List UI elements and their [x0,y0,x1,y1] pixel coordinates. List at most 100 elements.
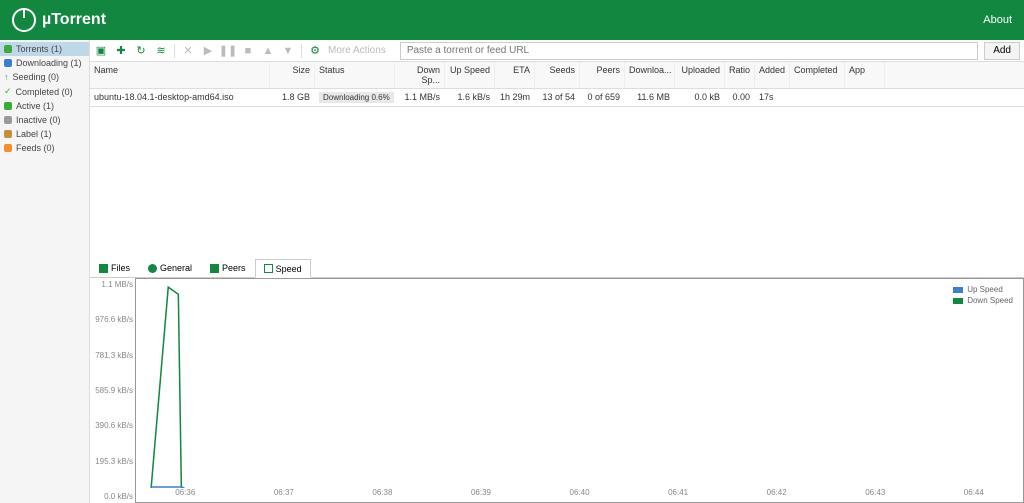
cell-added: 17s [755,89,790,106]
y-tick: 976.6 kB/s [92,315,133,324]
col-size[interactable]: Size [270,62,315,88]
stop-icon[interactable]: ■ [241,44,255,58]
cell-uploaded: 0.0 kB [675,89,725,106]
spacer [90,107,1024,259]
start-icon[interactable]: ▶ [201,44,215,58]
cell-peers: 0 of 659 [580,89,625,106]
sidebar-item-downloading[interactable]: Downloading (1) [0,56,89,70]
down-speed-line [151,287,181,488]
x-tick: 06:36 [136,488,235,502]
cell-app [845,89,885,106]
cell-name: ubuntu-18.04.1-desktop-amd64.iso [90,89,270,106]
sidebar-item-label: Completed (0) [16,87,73,97]
legend-down: Down Speed [953,296,1013,305]
sidebar-item-feeds[interactable]: Feeds (0) [0,141,89,155]
y-tick: 585.9 kB/s [92,386,133,395]
sidebar-item-label: Torrents (1) [16,44,62,54]
cell-down-speed: 1.1 MB/s [395,89,445,106]
completed-icon: ✓ [4,86,12,97]
chart-svg [136,279,1023,488]
move-down-icon[interactable]: ▼ [281,44,295,58]
y-tick: 390.6 kB/s [92,421,133,430]
logo-text: µTorrent [42,11,106,29]
utorrent-icon [12,8,36,32]
sidebar-item-label: Active (1) [16,101,54,111]
legend-swatch-up [953,287,963,293]
col-added[interactable]: Added [755,62,790,88]
separator [301,44,302,58]
tab-files[interactable]: Files [90,259,139,277]
x-tick: 06:40 [530,488,629,502]
sidebar-item-seeding[interactable]: ↑ Seeding (0) [0,70,89,84]
url-input[interactable] [400,42,978,60]
col-seeds[interactable]: Seeds [535,62,580,88]
logo: µTorrent [12,8,106,32]
torrent-grid: Name Size Status Down Sp... Up Speed ETA… [90,62,1024,107]
x-tick: 06:43 [826,488,925,502]
sidebar-item-active[interactable]: Active (1) [0,99,89,113]
col-downloaded[interactable]: Downloa... [625,62,675,88]
col-ratio[interactable]: Ratio [725,62,755,88]
y-tick: 195.3 kB/s [92,457,133,466]
sidebar-item-label[interactable]: Label (1) [0,127,89,141]
x-tick: 06:38 [333,488,432,502]
tab-peers[interactable]: Peers [201,259,255,277]
sidebar-item-inactive[interactable]: Inactive (0) [0,113,89,127]
col-uploaded[interactable]: Uploaded [675,62,725,88]
cell-ratio: 0.00 [725,89,755,106]
col-name[interactable]: Name [90,62,270,88]
col-down-speed[interactable]: Down Sp... [395,62,445,88]
col-eta[interactable]: ETA [495,62,535,88]
legend-up: Up Speed [953,285,1013,294]
cell-up-speed: 1.6 kB/s [445,89,495,106]
x-tick: 06:42 [727,488,826,502]
x-tick: 06:44 [925,488,1024,502]
peers-icon [210,264,219,273]
cell-completed [790,89,845,106]
add-button[interactable]: Add [984,42,1020,60]
more-actions-label[interactable]: More Actions [328,45,386,56]
move-up-icon[interactable]: ▲ [261,44,275,58]
sidebar-item-label: Inactive (0) [16,115,61,125]
tab-speed[interactable]: Speed [255,259,311,278]
add-torrent-icon[interactable]: ▣ [94,44,108,58]
col-completed[interactable]: Completed [790,62,845,88]
tab-general[interactable]: General [139,259,201,277]
rss-icon[interactable]: ≋ [154,44,168,58]
app-header: µTorrent About [0,0,1024,40]
delete-icon[interactable]: ✕ [181,44,195,58]
cell-seeds: 13 of 54 [535,89,580,106]
col-peers[interactable]: Peers [580,62,625,88]
feeds-icon [4,144,12,152]
sidebar-item-torrents[interactable]: Torrents (1) [0,42,89,56]
col-status[interactable]: Status [315,62,395,88]
about-link[interactable]: About [983,14,1012,26]
chart-legend: Up Speed Down Speed [953,285,1013,307]
settings-icon[interactable]: ⚙ [308,44,322,58]
downloading-icon [4,59,12,67]
info-icon [148,264,157,273]
create-icon[interactable]: ✚ [114,44,128,58]
pause-icon[interactable]: ❚❚ [221,44,235,58]
refresh-icon[interactable]: ↻ [134,44,148,58]
col-up-speed[interactable]: Up Speed [445,62,495,88]
sidebar-item-completed[interactable]: ✓ Completed (0) [0,84,89,99]
sidebar-item-label: Downloading (1) [16,58,82,68]
main-layout: Torrents (1) Downloading (1) ↑ Seeding (… [0,40,1024,503]
cell-eta: 1h 29m [495,89,535,106]
toolbar: ▣ ✚ ↻ ≋ ✕ ▶ ❚❚ ■ ▲ ▼ ⚙ More Actions Add [90,40,1024,62]
sidebar-item-label: Label (1) [16,129,52,139]
files-icon [99,264,108,273]
label-icon [4,130,12,138]
col-app[interactable]: App [845,62,885,88]
seeding-icon: ↑ [4,72,9,82]
y-tick: 0.0 kB/s [92,492,133,501]
y-tick: 781.3 kB/s [92,351,133,360]
sidebar-item-label: Seeding (0) [13,72,60,82]
table-row[interactable]: ubuntu-18.04.1-desktop-amd64.iso 1.8 GB … [90,89,1024,106]
cell-status: Downloading 0.6% [315,89,395,106]
speed-icon [264,264,273,273]
active-icon [4,102,12,110]
y-axis: 1.1 MB/s 976.6 kB/s 781.3 kB/s 585.9 kB/… [90,278,135,503]
speed-chart: 1.1 MB/s 976.6 kB/s 781.3 kB/s 585.9 kB/… [90,278,1024,503]
